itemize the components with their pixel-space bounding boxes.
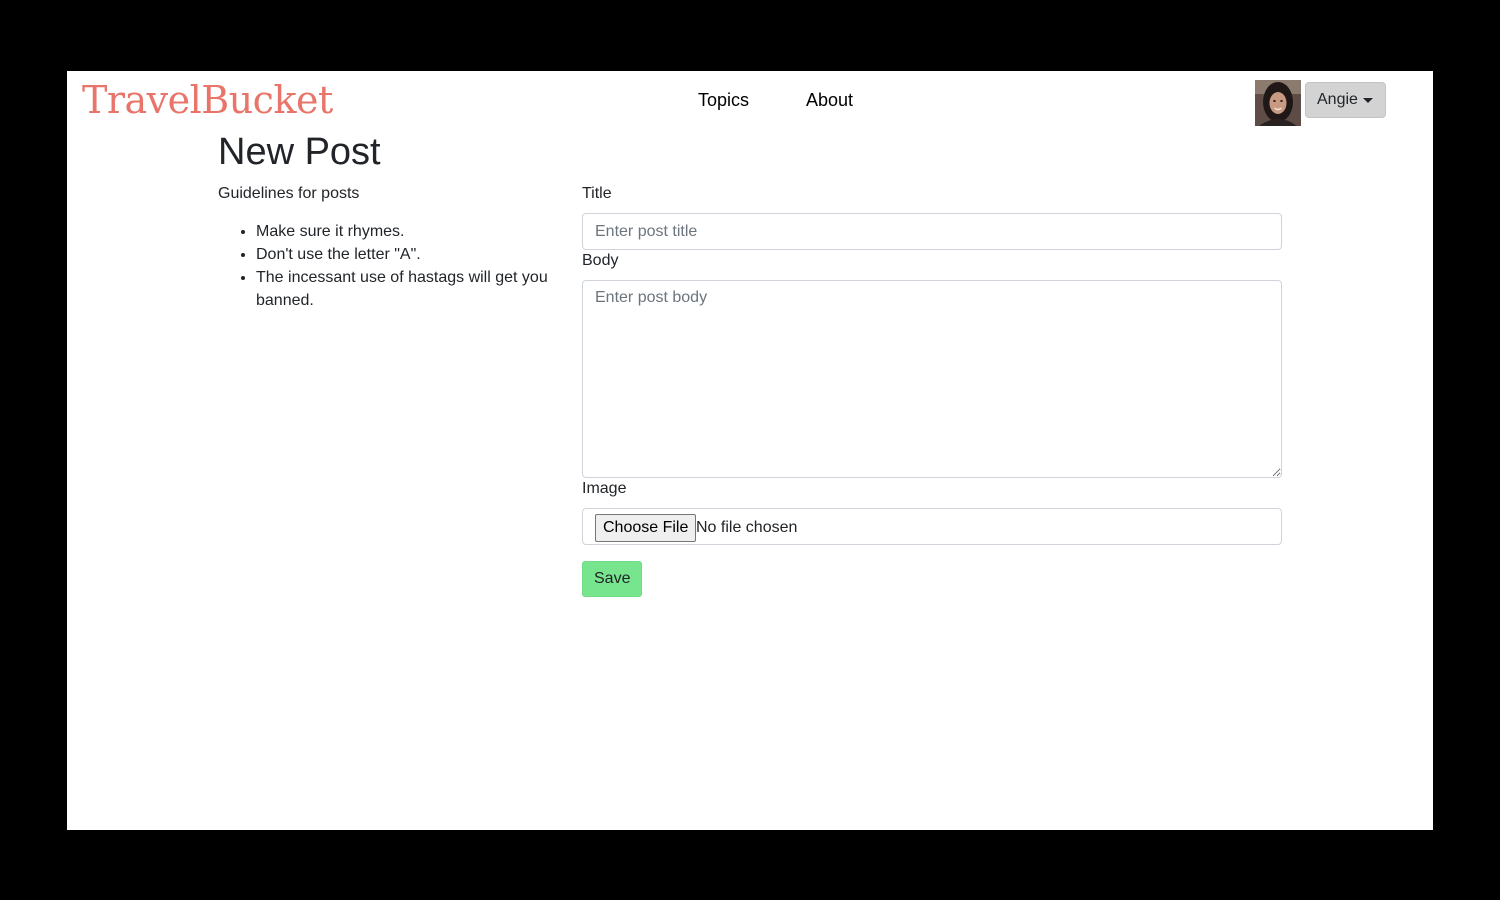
save-button[interactable]: Save bbox=[582, 561, 643, 597]
guidelines-title: Guidelines for posts bbox=[218, 185, 360, 202]
choose-file-button[interactable]: Choose File bbox=[595, 514, 697, 542]
guidelines-list: Make sure it rhymes. Don't use the lette… bbox=[218, 220, 586, 312]
nav-about[interactable]: About bbox=[806, 88, 853, 112]
body-textarea[interactable] bbox=[582, 280, 1282, 478]
user-name: Angie bbox=[1317, 91, 1358, 108]
brand-logo[interactable]: TravelBucket bbox=[82, 77, 333, 123]
caret-down-icon bbox=[1363, 98, 1373, 103]
file-status: No file chosen bbox=[696, 519, 798, 536]
page-title: New Post bbox=[218, 131, 381, 173]
guideline-item: Make sure it rhymes. bbox=[256, 220, 586, 243]
guideline-item: Don't use the letter "A". bbox=[256, 243, 586, 266]
body-label: Body bbox=[582, 252, 619, 269]
title-label: Title bbox=[582, 185, 612, 202]
user-avatar[interactable] bbox=[1255, 80, 1301, 126]
image-file-input[interactable]: Choose File No file chosen bbox=[582, 508, 1282, 545]
guideline-item: The incessant use of hastags will get yo… bbox=[256, 266, 586, 312]
image-label: Image bbox=[582, 480, 627, 497]
nav-topics[interactable]: Topics bbox=[698, 88, 749, 112]
user-menu-button[interactable]: Angie bbox=[1305, 82, 1386, 118]
title-input[interactable] bbox=[582, 213, 1282, 250]
page: TravelBucket Topics About Angie New Post… bbox=[67, 71, 1433, 830]
new-post-form: Title Body Image Choose File No file cho… bbox=[582, 183, 1282, 597]
